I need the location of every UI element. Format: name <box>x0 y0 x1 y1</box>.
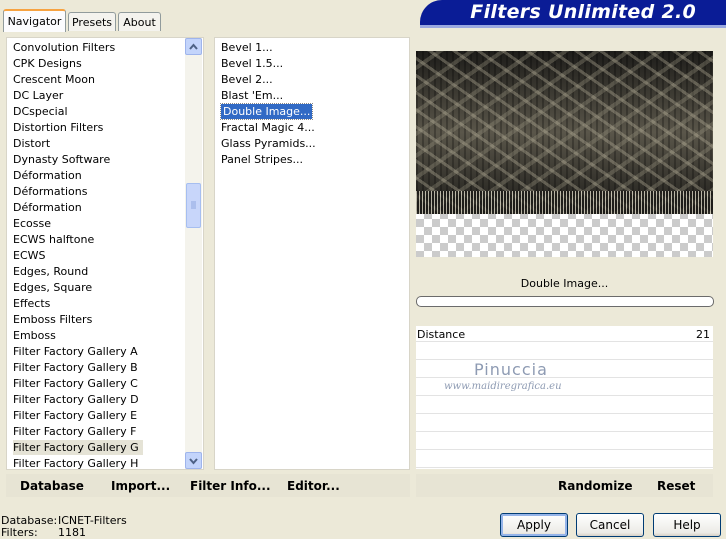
help-button[interactable]: Help <box>653 513 721 537</box>
param-value: 21 <box>696 328 710 341</box>
param-row-empty <box>416 416 713 432</box>
category-item[interactable]: Déformation <box>13 200 82 215</box>
reset-button[interactable]: Reset <box>657 479 695 493</box>
category-item[interactable]: Filter Factory Gallery G <box>13 440 143 455</box>
scroll-thumb[interactable] <box>186 183 201 228</box>
category-item[interactable]: Filter Factory Gallery A <box>13 344 138 359</box>
apply-button-label: Apply <box>517 518 551 532</box>
category-item[interactable]: Filter Factory Gallery F <box>13 424 136 439</box>
category-item[interactable]: Edges, Square <box>13 280 92 295</box>
param-row-empty <box>416 362 713 378</box>
watermark-url: www.maidiregrafica.eu <box>444 381 562 392</box>
category-item[interactable]: Convolution Filters <box>13 40 115 55</box>
category-item[interactable]: Emboss <box>13 328 56 343</box>
preview-filter-name-text: Double Image... <box>520 276 609 290</box>
progress-bar <box>416 296 714 307</box>
scroll-up-button[interactable] <box>185 38 202 55</box>
param-label: Distance <box>417 328 466 341</box>
tab-about-label: About <box>123 15 156 29</box>
category-item[interactable]: Distortion Filters <box>13 120 103 135</box>
preview-filter-name: Double Image... <box>416 271 713 295</box>
import-button[interactable]: Import... <box>111 479 170 493</box>
tab-presets[interactable]: Presets <box>68 12 116 31</box>
status-filters-label: Filters: <box>1 526 38 539</box>
tab-presets-label: Presets <box>71 15 113 29</box>
category-item[interactable]: Filter Factory Gallery H <box>13 456 138 469</box>
category-item[interactable]: Filter Factory Gallery D <box>13 392 139 407</box>
category-item[interactable]: ECWS halftone <box>13 232 94 247</box>
scroll-down-button[interactable] <box>185 452 202 469</box>
filter-item[interactable]: Bevel 1.5... <box>221 56 283 71</box>
tab-navigator-label: Navigator <box>7 15 62 28</box>
category-list[interactable]: Convolution Filters CPK Designs Crescent M… <box>6 37 204 470</box>
param-row-empty <box>416 398 713 414</box>
randomize-button[interactable]: Randomize <box>558 479 632 493</box>
category-item[interactable]: Filter Factory Gallery B <box>13 360 138 375</box>
param-row-empty <box>416 452 713 468</box>
category-item[interactable]: Crescent Moon <box>13 72 95 87</box>
help-button-label: Help <box>673 518 701 532</box>
cancel-button-label: Cancel <box>589 518 631 532</box>
grip-icon <box>191 201 196 209</box>
filter-item[interactable]: Blast 'Em... <box>221 88 283 103</box>
filter-info-button[interactable]: Filter Info... <box>190 479 271 493</box>
parameter-panel[interactable]: Distance 21 <box>416 326 713 469</box>
category-item[interactable]: Effects <box>13 296 50 311</box>
category-item[interactable]: Emboss Filters <box>13 312 92 327</box>
title-banner: Filters Unlimited 2.0 <box>420 0 726 25</box>
filter-item[interactable]: Bevel 2... <box>221 72 273 87</box>
filter-item[interactable]: Panel Stripes... <box>221 152 303 167</box>
filter-item[interactable]: Double Image... <box>219 103 314 120</box>
preview-image <box>416 51 713 214</box>
database-button[interactable]: Database <box>20 479 84 493</box>
category-item[interactable]: Déformation <box>13 168 82 183</box>
category-item[interactable]: Filter Factory Gallery C <box>13 376 138 391</box>
category-item[interactable]: Filter Factory Gallery E <box>13 408 137 423</box>
param-row-empty <box>416 344 713 360</box>
chevron-down-icon <box>189 458 198 465</box>
category-item[interactable]: Déformations <box>13 184 87 199</box>
app-title: Filters Unlimited 2.0 <box>470 1 696 23</box>
category-item[interactable]: DCspecial <box>13 104 68 119</box>
filter-item[interactable]: Glass Pyramids... <box>221 136 316 151</box>
category-item[interactable]: Ecosse <box>13 216 51 231</box>
category-item[interactable]: DC Layer <box>13 88 63 103</box>
apply-button[interactable]: Apply <box>500 513 568 537</box>
category-item[interactable]: CPK Designs <box>13 56 82 71</box>
preview-image-edge <box>416 191 713 214</box>
filter-list[interactable]: Bevel 1... Bevel 1.5... Bevel 2... Blast 'E… <box>214 37 410 470</box>
category-item[interactable]: Distort <box>13 136 50 151</box>
tab-about[interactable]: About <box>118 12 161 31</box>
category-scrollbar[interactable] <box>185 38 202 469</box>
watermark-name: Pinuccia <box>474 360 548 379</box>
status-filters-value: 1181 <box>58 526 86 539</box>
editor-button[interactable]: Editor... <box>287 479 340 493</box>
category-item[interactable]: ECWS <box>13 248 46 263</box>
tab-navigator[interactable]: Navigator <box>3 9 66 32</box>
category-item[interactable]: Dynasty Software <box>13 152 110 167</box>
preview-area <box>416 51 713 257</box>
param-row-empty <box>416 434 713 450</box>
chevron-up-icon <box>189 43 198 50</box>
param-row-distance[interactable]: Distance 21 <box>416 326 713 342</box>
cancel-button[interactable]: Cancel <box>576 513 644 537</box>
category-item[interactable]: Edges, Round <box>13 264 88 279</box>
filter-item[interactable]: Fractal Magic 4... <box>221 120 315 135</box>
filter-item[interactable]: Bevel 1... <box>221 40 273 55</box>
